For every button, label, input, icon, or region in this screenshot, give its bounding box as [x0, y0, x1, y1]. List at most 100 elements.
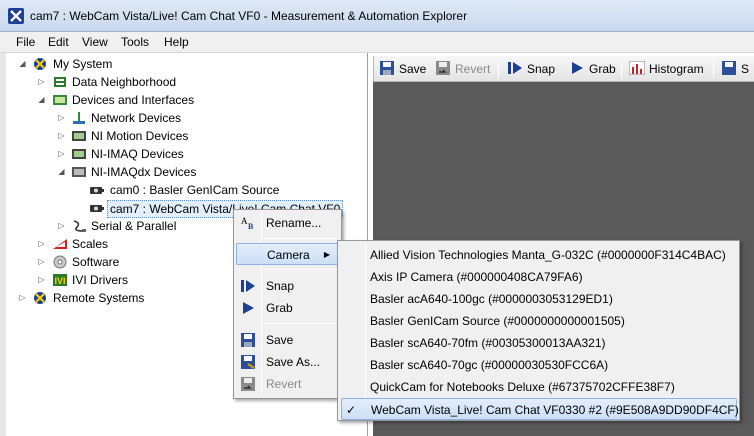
menu-item-label: Save — [266, 333, 294, 347]
more-button[interactable]: S — [721, 59, 749, 79]
expand-icon[interactable]: ▷ — [57, 145, 66, 163]
tree-item-ni-imaq-devices[interactable]: ▷ NI-IMAQ Devices — [0, 145, 220, 163]
collapse-icon[interactable]: ◢ — [37, 91, 46, 109]
histogram-button[interactable]: Histogram — [629, 59, 704, 79]
snap-button[interactable]: Snap — [507, 59, 555, 79]
menu-item-label: Save As... — [266, 355, 321, 369]
menu-item-grab[interactable]: Grab — [236, 297, 339, 319]
menu-view[interactable]: View — [82, 35, 108, 49]
revert-label: Revert — [455, 62, 491, 76]
expand-icon[interactable]: ▷ — [37, 235, 46, 253]
viewer-toolbar: Save Revert Snap Grab Histogram S — [373, 56, 754, 82]
expand-icon[interactable]: ▷ — [57, 127, 66, 145]
camera-option[interactable]: Allied Vision Technologies Manta_G-032C … — [341, 244, 737, 266]
camera-option-selected[interactable]: ✓ WebCam Vista_Live! Cam Chat VF0330 #2 … — [341, 398, 739, 420]
expand-icon[interactable]: ▷ — [57, 109, 66, 127]
menu-item-label: Snap — [266, 279, 295, 293]
my-system-icon — [34, 58, 46, 70]
camera-icon — [90, 187, 104, 194]
camera-option-label: WebCam Vista_Live! Cam Chat VF0330 #2 (#… — [371, 403, 739, 417]
tree-item-cam0[interactable]: cam0 : Basler GenICam Source — [0, 181, 280, 199]
tree-item-data-neighborhood[interactable]: ▷ Data Neighborhood — [0, 73, 200, 91]
tree-item-ivi-drivers[interactable]: ▷ IVI IVI Drivers — [0, 271, 200, 289]
snap-icon — [241, 280, 255, 292]
revert-button[interactable]: Revert — [435, 59, 490, 79]
tree-item-devices-and-interfaces[interactable]: ◢ Devices and Interfaces — [0, 91, 220, 109]
tree-item-scales[interactable]: ▷ Scales — [0, 235, 200, 253]
menu-bar: File Edit View Tools Help — [0, 32, 754, 53]
imaqdx-icon — [72, 167, 86, 177]
save-button[interactable]: Save — [379, 59, 426, 79]
grab-label: Grab — [589, 62, 616, 76]
window-title: cam7 : WebCam Vista/Live! Cam Chat VF0 -… — [30, 9, 468, 23]
grab-icon — [243, 302, 254, 314]
collapse-icon[interactable]: ◢ — [57, 163, 66, 181]
camera-option[interactable]: Basler scA640-70fm (#00305300013AA321) — [341, 332, 737, 354]
camera-option-label: Basler acA640-100gc (#0000003053129ED1) — [370, 292, 613, 306]
context-menu: AB Rename... Camera ▶ Snap Grab Save Sav… — [233, 209, 342, 399]
toolbar-separator — [713, 60, 714, 78]
menu-separator — [264, 323, 337, 324]
expand-icon[interactable]: ▷ — [37, 271, 46, 289]
save-icon — [380, 61, 394, 75]
menu-edit[interactable]: Edit — [48, 35, 69, 49]
data-neighborhood-icon — [54, 77, 66, 87]
menu-item-rename[interactable]: AB Rename... — [236, 212, 339, 234]
tree-label: Data Neighborhood — [72, 75, 177, 89]
svg-text:A: A — [241, 216, 248, 226]
collapse-icon[interactable]: ◢ — [18, 55, 27, 73]
tree-item-ni-imaqdx-devices[interactable]: ◢ NI-IMAQdx Devices — [0, 163, 220, 181]
toolbar-separator — [621, 60, 622, 78]
rename-icon: AB — [241, 216, 254, 230]
menu-file[interactable]: File — [16, 35, 35, 49]
menu-item-save-as[interactable]: Save As... — [236, 351, 339, 373]
snap-label: Snap — [527, 62, 556, 76]
menu-item-label: Grab — [266, 301, 293, 315]
revert-icon — [241, 377, 255, 391]
tree-item-serial-and-parallel[interactable]: ▷ Serial & Parallel — [0, 217, 200, 235]
camera-submenu: Allied Vision Technologies Manta_G-032C … — [337, 240, 740, 421]
grab-button[interactable]: Grab — [569, 59, 616, 79]
tree-label: Scales — [72, 237, 109, 251]
tree-item-network-devices[interactable]: ▷ Network Devices — [0, 109, 220, 127]
expand-icon[interactable]: ▷ — [18, 289, 27, 307]
tree-item-my-system[interactable]: ◢ My System — [0, 55, 200, 73]
expand-icon[interactable]: ▷ — [37, 73, 46, 91]
menu-item-camera[interactable]: Camera ▶ — [236, 243, 339, 265]
menu-help[interactable]: Help — [164, 35, 189, 49]
svg-text:B: B — [248, 222, 254, 230]
tree-label: My System — [53, 57, 113, 71]
menu-tools[interactable]: Tools — [121, 35, 149, 49]
camera-option[interactable]: Basler scA640-70gc (#00000030530FCC6A) — [341, 354, 737, 376]
menu-item-save[interactable]: Save — [236, 329, 339, 351]
remote-icon — [34, 292, 46, 304]
tree-scrollbar[interactable] — [0, 53, 6, 436]
tree-item-remote-systems[interactable]: ▷ Remote Systems — [0, 289, 200, 307]
title-bar: cam7 : WebCam Vista/Live! Cam Chat VF0 -… — [0, 0, 754, 32]
tree-label: NI-IMAQ Devices — [91, 147, 184, 161]
camera-option-label: Axis IP Camera (#000000408CA79FA6) — [370, 270, 583, 284]
menu-separator — [264, 269, 337, 270]
camera-option[interactable]: Basler acA640-100gc (#0000003053129ED1) — [341, 288, 737, 310]
tree-item-ni-motion-devices[interactable]: ▷ NI Motion Devices — [0, 127, 220, 145]
camera-option-label: Basler scA640-70gc (#00000030530FCC6A) — [370, 358, 609, 372]
menu-item-snap[interactable]: Snap — [236, 275, 339, 297]
devices-icon — [53, 95, 67, 105]
mae-app-icon[interactable] — [7, 7, 25, 25]
tree-label: Serial & Parallel — [91, 219, 177, 233]
save-icon — [241, 333, 255, 347]
save-image-icon — [722, 61, 736, 75]
menu-item-revert[interactable]: Revert — [236, 373, 339, 395]
save-label: Save — [399, 62, 427, 76]
expand-icon[interactable]: ▷ — [57, 217, 66, 235]
more-label: S — [741, 62, 750, 76]
camera-option[interactable]: QuickCam for Notebooks Deluxe (#67375702… — [341, 376, 737, 398]
imaq-icon — [72, 149, 86, 159]
tree-label: Network Devices — [91, 111, 182, 125]
tree-label: Software — [72, 255, 120, 269]
histogram-label: Histogram — [649, 62, 704, 76]
camera-option[interactable]: Basler GenICam Source (#0000000000001505… — [341, 310, 737, 332]
tree-item-software[interactable]: ▷ Software — [0, 253, 200, 271]
camera-option[interactable]: Axis IP Camera (#000000408CA79FA6) — [341, 266, 737, 288]
expand-icon[interactable]: ▷ — [37, 253, 46, 271]
